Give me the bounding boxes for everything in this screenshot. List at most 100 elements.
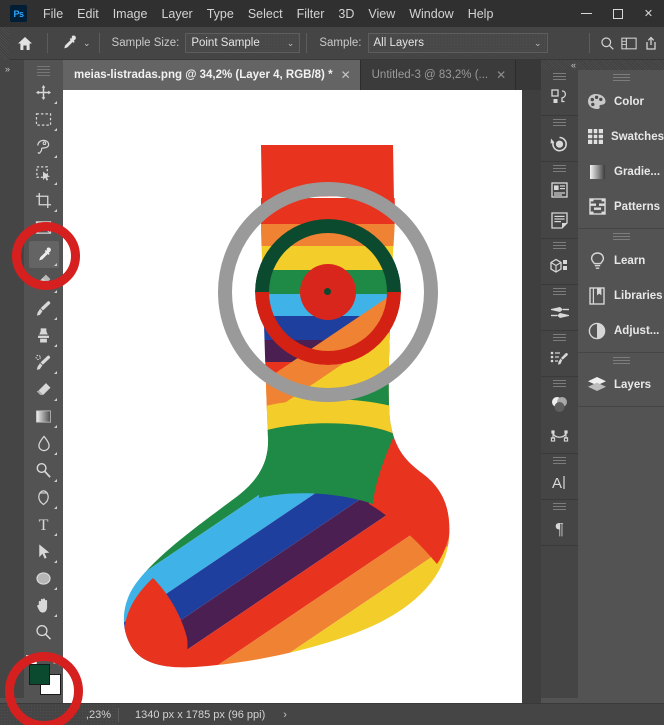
menu-item-edit[interactable]: Edit [70,3,106,25]
canvas-vertical-scrollbar[interactable] [522,90,541,703]
brush-settings-panel-button[interactable] [541,343,578,374]
move-tool[interactable] [29,79,59,106]
panel-group-handle[interactable] [612,357,630,365]
panel-item-adjustments[interactable]: Adjust... [578,313,664,348]
maximize-button[interactable] [602,0,633,27]
share-icon [646,36,656,50]
panel-dock-top-grip[interactable] [578,60,664,70]
paragraph-panel-button[interactable]: ¶ [541,512,578,543]
eyedropper-tool[interactable] [28,241,59,268]
panel-item-libraries[interactable]: Libraries [578,278,664,313]
options-bar-grip[interactable] [0,26,9,60]
clone-stamp-tool[interactable] [29,322,59,349]
menu-item-file[interactable]: File [36,3,70,25]
path-selection-tool[interactable] [29,538,59,565]
panel-item-swatches[interactable]: Swatches [578,119,664,154]
panel-group-handle[interactable] [553,503,566,511]
pen-tool[interactable] [29,484,59,511]
blur-tool[interactable] [29,430,59,457]
panel-group-handle[interactable] [553,288,566,296]
active-tool-preset-picker[interactable]: ⌄ [54,32,93,54]
type-tool[interactable]: T [29,511,59,538]
zoom-level-field[interactable]: ,23% [0,703,118,725]
properties-panel-button[interactable] [541,82,578,113]
sample-value: All Layers [373,37,425,49]
blur-tool-icon [37,435,50,452]
hand-tool[interactable] [29,592,59,619]
panel-item-gradients[interactable]: Gradie... [578,154,664,189]
toolbar-grip[interactable] [37,66,50,76]
document-canvas[interactable] [63,90,522,703]
document-info: 1340 px x 1785 px (96 ppi) [135,708,266,721]
info-panel-button[interactable] [541,174,578,205]
panel-group-handle[interactable] [553,165,566,173]
brush-tool[interactable] [29,295,59,322]
expand-toolbar-arrows[interactable]: » [5,64,10,74]
tab-meias-listradas[interactable]: meias-listradas.png @ 34,2% (Layer 4, RG… [63,60,361,90]
swap-colors-button[interactable]: ⇆ [53,655,62,668]
menu-item-layer[interactable]: Layer [154,3,199,25]
dodge-tool[interactable] [29,457,59,484]
panel-group-handle[interactable] [553,457,566,465]
panel-item-learn[interactable]: Learn [578,243,664,278]
collapse-panels-button[interactable]: « [541,60,578,70]
history-panel-button[interactable] [541,128,578,159]
menu-item-window[interactable]: Window [402,3,460,25]
gradient-tool[interactable] [29,403,59,430]
lasso-tool[interactable] [29,133,59,160]
menu-item-type[interactable]: Type [200,3,241,25]
rectangular-marquee-tool[interactable] [29,106,59,133]
frame-tool[interactable] [29,214,59,241]
menu-item-help[interactable]: Help [461,3,501,25]
panel-group-handle[interactable] [553,334,566,342]
panel-item-layers[interactable]: Layers [578,367,664,402]
search-button[interactable] [596,27,618,60]
share-button[interactable] [640,27,662,60]
foreground-color-swatch[interactable] [29,664,50,685]
properties-panel-icon [550,89,566,103]
panel-group-handle[interactable] [612,74,630,82]
history-brush-icon [35,354,51,370]
menu-item-filter[interactable]: Filter [290,3,332,25]
3d-panel-button[interactable] [541,251,578,282]
object-selection-tool[interactable] [29,160,59,187]
close-icon[interactable]: ✕ [341,68,351,82]
panel-group-handle[interactable] [612,233,630,241]
crop-tool[interactable] [29,187,59,214]
history-brush-tool[interactable] [29,349,59,376]
sample-size-select[interactable]: Point Sample ⌄ [185,33,301,53]
photoshop-window: Ps File Edit Image Layer Type Select Fil… [0,0,664,725]
spot-healing-brush-tool[interactable] [29,268,59,295]
tool-submenu-indicator [53,506,57,509]
menu-item-view[interactable]: View [361,3,402,25]
paths-panel-button[interactable] [541,420,578,451]
tab-untitled-3[interactable]: Untitled-3 @ 83,2% (... ✕ [360,60,517,90]
panel-group-handle[interactable] [553,380,566,388]
sample-select[interactable]: All Layers ⌄ [367,33,548,53]
status-bar: ,23% 1340 px x 1785 px (96 ppi) › [0,703,664,725]
eraser-tool[interactable] [29,376,59,403]
panel-item-patterns[interactable]: Patterns [578,189,664,224]
zoom-tool[interactable] [29,619,59,646]
workspace-arrange-button[interactable] [618,27,640,60]
channels-panel-button[interactable] [541,389,578,420]
character-panel-button[interactable]: A [541,466,578,497]
tool-presets-panel-button[interactable] [541,297,578,328]
home-button[interactable] [9,27,41,60]
panel-item-color[interactable]: Color [578,84,664,119]
menu-item-3d[interactable]: 3D [331,3,361,25]
canvas-area[interactable] [63,90,541,703]
status-expand-button[interactable]: › [265,709,287,721]
menu-item-select[interactable]: Select [241,3,290,25]
ellipse-tool[interactable] [29,565,59,592]
close-icon[interactable]: ✕ [496,68,506,82]
panel-group-handle[interactable] [553,73,566,81]
panel-group-handle[interactable] [553,119,566,127]
notes-panel-icon [551,212,568,229]
close-button[interactable]: ✕ [633,0,664,27]
notes-panel-button[interactable] [541,205,578,236]
minimize-button[interactable] [571,0,602,27]
panel-group-layers: Layers [578,357,664,407]
panel-group-handle[interactable] [553,242,566,250]
menu-item-image[interactable]: Image [106,3,155,25]
